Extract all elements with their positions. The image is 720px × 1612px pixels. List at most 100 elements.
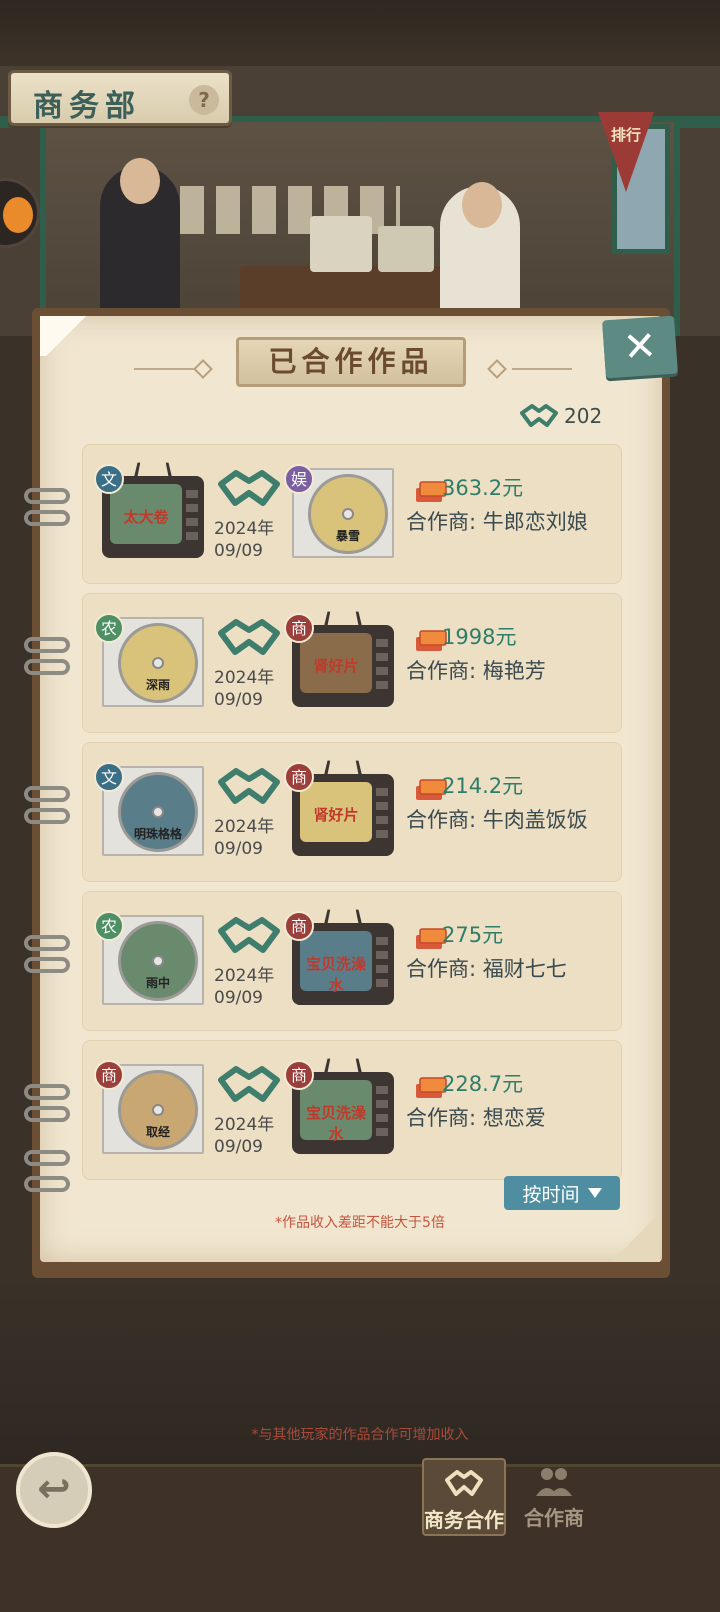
date-month-day: 09/09 [214,988,263,1008]
date-year: 2024年 [214,817,275,837]
work-row[interactable]: 明珠格格 文 2024年 09/09 肾好片 商 214.2元合作商: 牛肉盖饭饭 [82,742,622,882]
tv-knobs [376,937,388,987]
date-month-day: 09/09 [214,541,263,561]
work-row[interactable]: 取经商 2024年 09/09 宝贝洗澡水商 228.7元 合作商: 想恋爱 [82,1040,622,1180]
binder-ring [24,808,70,824]
binder-ring [24,1106,70,1122]
title-divider-left [134,368,194,370]
right-work-thumbnail[interactable]: 暴雪 娱 [284,464,394,558]
people-icon [536,1468,572,1496]
income-amount: 1998元 [442,625,517,649]
category-badge: 商 [284,762,314,792]
left-work-thumbnail[interactable]: 深雨 农 [94,613,204,707]
question-icon[interactable]: ? [189,85,219,115]
binder-ring [24,957,70,973]
panel-title: 已合作作品 [268,345,434,378]
cooperation-count: 202 [520,402,602,430]
partner-name: 合作商: 福财七七 [406,957,567,981]
tv-knobs [376,1086,388,1136]
work-art-title: 明珠格格 [133,827,182,841]
income-amount: 214.2元 [442,774,524,798]
work-art-title: 肾好片 [313,657,359,675]
cooperation-date: 2024年 09/09 [214,816,284,860]
work-art-title: 深雨 [145,678,170,692]
disc-hole [152,657,164,669]
right-work-thumbnail[interactable]: 肾好片 商 [284,611,394,707]
right-work-thumbnail[interactable]: 宝贝洗澡水 商 [284,909,394,1005]
page-title-plate: 商务部 ? [8,70,232,126]
binder-ring [24,786,70,802]
work-art-title: 暴雪 [335,529,360,543]
binder-ring [24,637,70,653]
cooperation-date: 2024年 09/09 [214,1114,284,1158]
handshake-icon [218,468,280,508]
category-badge: 农 [94,613,124,643]
top-strip [0,0,720,66]
disc: 明珠格格 [118,772,198,852]
binder-ring [24,659,70,675]
disc: 雨中 [118,921,198,1001]
close-icon: ✕ [621,322,659,372]
work-row[interactable]: 雨中 农 2024年 09/09 宝贝洗澡水 商 275元 合作商: 福财七七 [82,891,622,1031]
tv-screen: 太大卷 [110,484,182,544]
category-badge: 商 [284,613,314,643]
cooperation-date: 2024年 09/09 [214,667,284,711]
cooperation-count-value: 202 [564,404,603,428]
work-art-title: 肾好片 [313,806,359,824]
binder-ring [24,935,70,951]
tab-partners[interactable]: 合作商 [512,1458,596,1536]
right-work-thumbnail[interactable]: 肾好片 商 [284,760,394,856]
category-badge: 文 [94,762,124,792]
disc-hole [152,1104,164,1116]
left-work-thumbnail[interactable]: 取经 商 [94,1060,204,1154]
category-badge: 商 [94,1060,124,1090]
partner-name: 合作商: 牛肉盖饭饭 [406,808,588,832]
binder-ring [24,488,70,504]
scene-printer [378,226,434,272]
tv-screen: 肾好片 [300,633,372,693]
tv-knobs [186,490,198,540]
category-badge: 商 [284,1060,314,1090]
close-button[interactable]: ✕ [602,315,678,379]
right-work-thumbnail[interactable]: 宝贝洗澡水 商 [284,1058,394,1154]
left-work-thumbnail[interactable]: 雨中 农 [94,911,204,1005]
work-row[interactable]: 深雨 农 2024年 09/09 肾好片 商 1998元合作商: 梅艳芳 [82,593,622,733]
cooperation-date: 2024年 09/09 [214,518,284,562]
back-button[interactable]: ↩ [16,1452,92,1528]
work-art-title: 取经 [145,1125,170,1139]
bottom-nav-bar [0,1464,720,1612]
tv-knobs [376,788,388,838]
handshake-icon [218,915,280,955]
disc: 暴雪 [308,474,388,554]
sort-button-label: 按时间 [522,1183,580,1206]
tv-screen: 宝贝洗澡水 [300,931,372,994]
binder-ring [24,510,70,526]
tab-label: 商务合作 [424,1508,504,1532]
date-year: 2024年 [214,519,275,539]
work-row[interactable]: 太大卷 文 2024年 09/09 暴雪 娱 363.2元 合作商: 牛郎恋刘娘 [82,444,622,584]
tv-antenna [324,1058,362,1073]
tv-antenna [324,611,362,626]
tv-screen: 肾好片 [300,782,372,842]
handshake-icon [520,404,558,427]
date-month-day: 09/09 [214,690,263,710]
character-clerk-head [462,182,502,228]
character-businessman-head [120,158,160,204]
partner-name: 合作商: 梅艳芳 [406,659,546,683]
sort-by-time-button[interactable]: 按时间 [504,1176,620,1210]
page-fold-corner [40,316,92,356]
handshake-icon [218,1064,280,1104]
work-art-title: 太大卷 [123,508,169,526]
binder-ring [24,1084,70,1100]
left-work-thumbnail[interactable]: 明珠格格 文 [94,762,204,856]
category-badge: 商 [284,911,314,941]
date-month-day: 09/09 [214,839,263,859]
income-amount: 228.7元 [442,1072,524,1096]
tab-business-cooperation[interactable]: 商务合作 [422,1458,506,1536]
disc: 深雨 [118,623,198,703]
tv-screen: 宝贝洗澡水 [300,1080,372,1143]
left-work-thumbnail[interactable]: 太大卷 文 [94,462,204,558]
tv-antenna [324,760,362,775]
category-badge: 娱 [284,464,314,494]
work-art-title: 宝贝洗澡水 [305,1104,366,1143]
